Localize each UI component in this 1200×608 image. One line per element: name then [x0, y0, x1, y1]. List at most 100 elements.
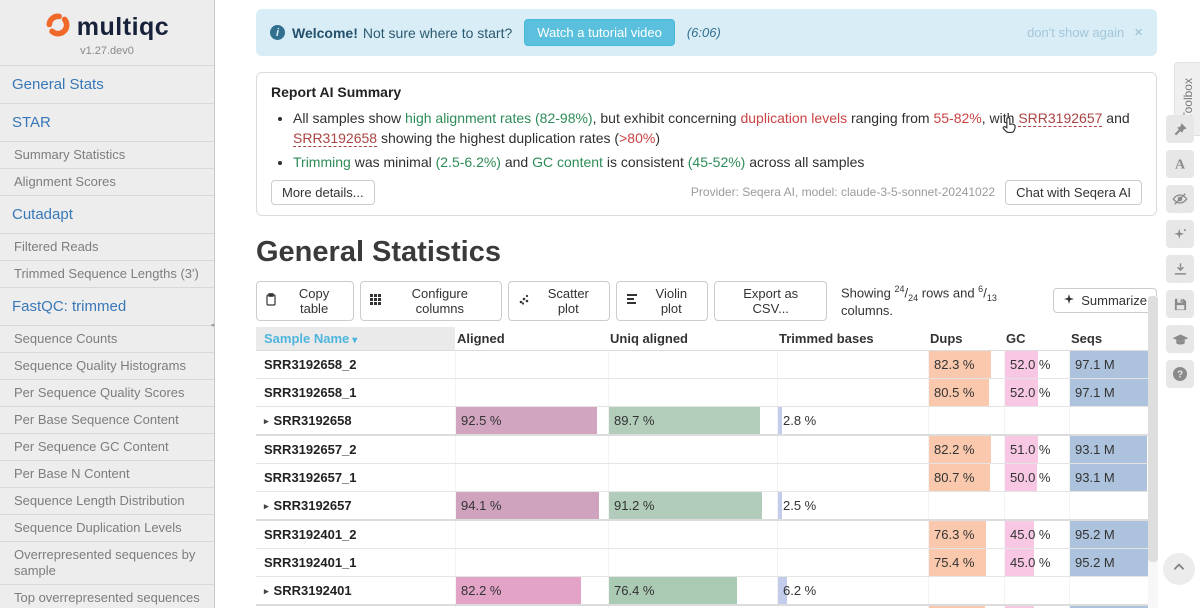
table-row[interactable]: SRR3192657_282.2 %51.0 %93.1 M [256, 436, 1150, 464]
close-icon[interactable]: × [1134, 24, 1143, 41]
trimmed-cell: 6.2 % [777, 577, 928, 604]
sidebar-item[interactable]: Cutadapt [0, 195, 214, 233]
column-header[interactable]: Sample Name▾ [256, 327, 455, 350]
sidebar-item[interactable]: Per Base Sequence Content [0, 406, 214, 433]
table-header-row: Sample Name▾AlignedUniq alignedTrimmed b… [256, 327, 1150, 351]
violin-icon [626, 293, 638, 308]
sample-name-cell[interactable]: ▸SRR3192657 [256, 492, 455, 519]
table-row[interactable]: ▸SRR319265794.1 %91.2 %2.5 % [256, 492, 1150, 521]
violin-plot-button[interactable]: Violin plot [616, 281, 708, 321]
table-row[interactable]: SRR3192657_180.7 %50.0 %93.1 M [256, 464, 1150, 492]
sidebar-item[interactable]: Summary Statistics [0, 141, 214, 168]
scrollbar-thumb[interactable] [1148, 296, 1158, 562]
text-segment: (45-52%) [688, 154, 746, 170]
sidebar-item[interactable]: Per Base N Content [0, 460, 214, 487]
hide-samples-icon[interactable] [1166, 185, 1194, 213]
sidebar-item[interactable]: Sequence Duplication Levels [0, 514, 214, 541]
aligned-cell [455, 464, 608, 491]
save-icon[interactable] [1166, 290, 1194, 318]
uniq-cell: 89.7 % [608, 407, 777, 434]
column-header[interactable]: Aligned [455, 327, 608, 350]
sample-name-cell[interactable]: SRR3192658_1 [256, 379, 455, 406]
logo-text: multiqc [77, 13, 169, 42]
table-row[interactable]: SRR3192658_282.3 %52.0 %97.1 M [256, 351, 1150, 379]
sidebar-item[interactable]: Trimmed Sequence Lengths (3') [0, 260, 214, 287]
sidebar-item[interactable]: Filtered Reads [0, 233, 214, 260]
table-row[interactable]: ▸SRR319240182.2 %76.4 %6.2 % [256, 577, 1150, 606]
table-row[interactable]: SRR3192401_276.3 %45.0 %95.2 M [256, 521, 1150, 549]
table-row[interactable]: ▸SRR319265892.5 %89.7 %2.8 % [256, 407, 1150, 436]
sidebar-item[interactable]: Sequence Quality Histograms [0, 352, 214, 379]
ai-sparkle-icon[interactable] [1166, 220, 1194, 248]
expand-caret-icon[interactable]: ▸ [264, 501, 269, 511]
value-label: 50.0 % [1005, 470, 1050, 485]
value-label: 95.2 M [1070, 555, 1115, 570]
trimmed-cell [777, 351, 928, 378]
more-details-button[interactable]: More details... [271, 180, 375, 205]
seqs-cell [1069, 577, 1150, 604]
sidebar-item[interactable]: Sequence Length Distribution [0, 487, 214, 514]
column-header[interactable]: Dups [928, 327, 1004, 350]
chat-seqera-button[interactable]: Chat with Seqera AI [1005, 180, 1142, 205]
sample-name-cell[interactable]: SRR3192401_2 [256, 521, 455, 548]
ai-summary-bullet: All samples show high alignment rates (8… [293, 108, 1142, 149]
download-icon[interactable] [1166, 255, 1194, 283]
sidebar-item[interactable]: Top overrepresented sequences [0, 584, 214, 608]
sample-name-cell[interactable]: SRR3192401_1 [256, 549, 455, 576]
sidebar-item[interactable]: STAR [0, 103, 214, 141]
sample-name-cell[interactable]: ▸SRR3192401 [256, 577, 455, 604]
text-segment: high alignment rates [405, 110, 531, 126]
sidebar-item[interactable]: FastQC: trimmed [0, 287, 214, 325]
sidebar-item[interactable]: Sequence Counts [0, 325, 214, 352]
export-csv-button[interactable]: Export as CSV... [714, 281, 827, 321]
tour-icon[interactable] [1166, 325, 1194, 353]
configure-columns-button[interactable]: Configure columns [360, 281, 502, 321]
trimmed-cell [777, 464, 928, 491]
dups-cell: 76.3 % [928, 521, 1004, 548]
value-label: 76.3 % [929, 527, 974, 542]
help-icon[interactable]: ? [1166, 360, 1194, 388]
svg-text:?: ? [1177, 370, 1183, 381]
sample-name-cell[interactable]: SRR3192657_2 [256, 436, 455, 463]
highlight-text-icon[interactable]: A [1166, 150, 1194, 178]
table-row[interactable]: SRR3192658_180.5 %52.0 %97.1 M [256, 379, 1150, 407]
column-header[interactable]: Uniq aligned [608, 327, 777, 350]
value-label: 51.0 % [1005, 442, 1050, 457]
gc-cell: 52.0 % [1004, 351, 1069, 378]
expand-caret-icon[interactable]: ▸ [264, 586, 269, 596]
pin-icon[interactable] [1166, 115, 1194, 143]
text-segment: All samples show [293, 110, 405, 126]
sidebar-item[interactable]: Per Sequence GC Content [0, 433, 214, 460]
logo[interactable]: multiqc [0, 0, 214, 43]
copy-table-button[interactable]: Copy table [256, 281, 354, 321]
column-header[interactable]: Seqs [1069, 327, 1150, 350]
sidebar-item[interactable]: Per Sequence Quality Scores [0, 379, 214, 406]
sample-name-cell[interactable]: SRR3192658_2 [256, 351, 455, 378]
scroll-to-top-button[interactable] [1163, 553, 1195, 585]
table-row[interactable]: SRR3192401_175.4 %45.0 %95.2 M [256, 549, 1150, 577]
sample-name-cell[interactable]: SRR3192657_1 [256, 464, 455, 491]
column-header[interactable]: Trimmed bases [777, 327, 928, 350]
dups-cell [928, 577, 1004, 604]
column-header[interactable]: GC [1004, 327, 1069, 350]
scatter-plot-button[interactable]: Scatter plot [508, 281, 610, 321]
sample-name-cell[interactable]: ▸SRR3192658 [256, 407, 455, 434]
dont-show-again-link[interactable]: don't show again [1027, 25, 1124, 40]
welcome-banner: i Welcome! Not sure where to start? Watc… [256, 9, 1157, 56]
welcome-title: Welcome! [292, 25, 358, 41]
sample-link[interactable]: SRR3192657 [1018, 110, 1102, 127]
expand-caret-icon[interactable]: ▸ [264, 416, 269, 426]
summarize-button[interactable]: Summarize [1053, 288, 1157, 313]
main-content: i Welcome! Not sure where to start? Watc… [215, 0, 1160, 608]
sidebar-item[interactable]: Alignment Scores [0, 168, 214, 195]
uniq-cell [608, 549, 777, 576]
sample-link[interactable]: SRR3192658 [293, 130, 377, 147]
sidebar-item[interactable]: Overrepresented sequences by sample [0, 541, 214, 584]
gc-cell: 51.0 % [1004, 436, 1069, 463]
scatter-icon [518, 293, 530, 308]
text-segment: >80% [619, 130, 655, 146]
sidebar-item[interactable]: General Stats [0, 65, 214, 103]
value-label: 91.2 % [609, 498, 654, 513]
watch-tutorial-button[interactable]: Watch a tutorial video [524, 19, 675, 46]
page-scrollbar[interactable] [1148, 296, 1158, 608]
